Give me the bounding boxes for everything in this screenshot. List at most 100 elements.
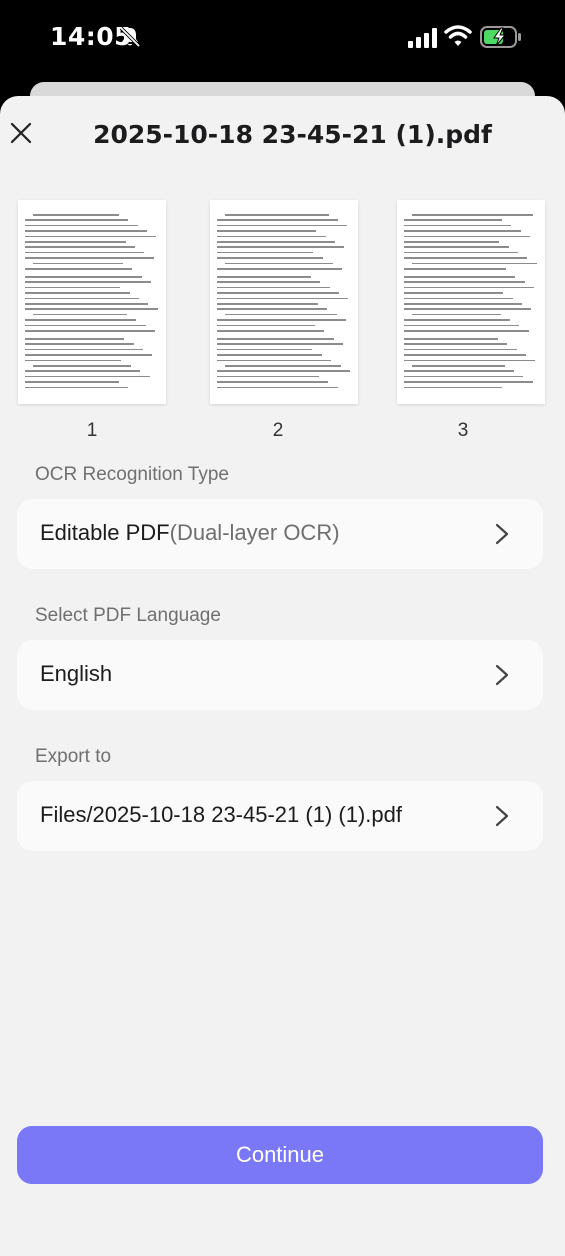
thumbnail-text-line [217, 354, 322, 356]
ocr-type-value: Editable PDF(Dual-layer OCR) [40, 520, 340, 546]
thumbnail-text-line [404, 338, 498, 340]
thumbnail-text-line [25, 319, 137, 321]
ocr-type-main: Editable PDF [40, 520, 170, 545]
thumbnail-text-line [25, 370, 141, 372]
ocr-type-label: OCR Recognition Type [35, 464, 229, 485]
page-thumbnails: 1 2 3 [0, 200, 565, 441]
thumbnail-text-line [217, 343, 343, 345]
export-destination-selector[interactable]: Files/2025-10-18 23-45-21 (1) (1).pdf [17, 781, 543, 851]
thumbnail-text-line [25, 354, 153, 356]
thumbnail-text-line [404, 343, 508, 345]
page-thumbnail[interactable] [210, 200, 358, 404]
thumbnail-text-line [404, 235, 530, 238]
thumbnail-text-line [225, 313, 337, 316]
thumbnail-text-line [404, 281, 525, 283]
ocr-type-selector[interactable]: Editable PDF(Dual-layer OCR) [17, 499, 543, 569]
thumbnail-text-line [217, 251, 314, 254]
thumbnail-text-line [25, 281, 151, 283]
thumbnail-text-line [25, 286, 121, 289]
export-to-label: Export to [35, 746, 112, 767]
thumbnail-text-line [217, 246, 345, 248]
thumbnail-page-number: 2 [272, 420, 284, 441]
thumbnail-text-line [404, 381, 533, 383]
thumbnail-text-line [404, 268, 506, 270]
thumbnail-text-line [225, 365, 341, 367]
export-sheet: 2025-10-18 23-45-21 (1).pdf 1 2 3 OCR Re… [0, 96, 565, 1256]
ocr-type-sub: (Dual-layer OCR) [169, 520, 340, 545]
thumbnail-text-line [217, 257, 323, 259]
thumbnail-text-line [217, 224, 347, 227]
thumbnail-text-line [25, 276, 142, 278]
pdf-language-value: English [40, 661, 113, 686]
thumbnail-text-line [404, 230, 521, 232]
thumbnail-text-line [404, 375, 524, 378]
thumbnail-text-line [404, 251, 518, 254]
thumbnail-text-line [217, 230, 317, 232]
thumbnail-text-line [217, 381, 329, 383]
thumbnail-text-line [217, 219, 338, 221]
thumbnail-text-line [217, 338, 334, 340]
thumbnail-text-line [217, 292, 339, 294]
thumbnail-text-line [25, 324, 146, 327]
thumbnail-text-line [404, 257, 528, 259]
thumbnail-text-line [25, 230, 147, 232]
battery-charging-icon [480, 26, 521, 48]
thumbnail-text-line [217, 297, 349, 300]
thumbnail-text-line [412, 365, 505, 367]
thumbnail-text-line [217, 348, 313, 351]
thumbnail-page-content [404, 214, 538, 396]
chevron-right-icon [495, 664, 509, 686]
thumbnail-text-line [404, 224, 512, 227]
thumbnail-text-line [25, 381, 119, 383]
bell-slash-icon [119, 26, 141, 48]
signal-icon [408, 28, 437, 48]
thumbnail-text-line [33, 214, 120, 216]
thumbnail-text-line [25, 359, 122, 362]
thumbnail-text-line [25, 330, 155, 332]
page-thumbnail[interactable] [18, 200, 166, 404]
page-title: 2025-10-18 23-45-21 (1).pdf [93, 120, 492, 149]
thumbnail-text-line [217, 303, 318, 305]
thumbnail-text-line [25, 338, 125, 340]
thumbnail-text-line [217, 370, 350, 372]
thumbnail-text-line [217, 359, 331, 362]
thumbnail-text-line [217, 375, 319, 378]
thumbnail-text-line [404, 348, 517, 351]
pdf-language-label: Select PDF Language [35, 605, 221, 626]
wifi-icon [444, 25, 472, 46]
thumbnail-text-line [25, 303, 149, 305]
thumbnail-text-line [404, 292, 504, 294]
thumbnail-text-line [217, 235, 326, 238]
thumbnail-text-line [25, 219, 129, 221]
thumbnail-text-line [225, 262, 333, 265]
thumbnail-page-content [25, 214, 159, 396]
thumbnail-text-line [33, 313, 128, 316]
thumbnail-text-line [412, 313, 501, 316]
thumbnail-text-line [217, 268, 342, 270]
thumbnail-text-line [33, 262, 124, 265]
thumbnail-text-line [25, 348, 143, 351]
pdf-language-selector[interactable]: English [17, 640, 543, 710]
thumbnail-text-line [25, 308, 158, 310]
thumbnail-text-line [25, 251, 145, 254]
thumbnail-text-line [404, 303, 522, 305]
thumbnail-text-line [25, 343, 134, 345]
thumbnail-text-line [217, 386, 338, 389]
thumbnail-text-line [25, 224, 138, 227]
page-thumbnail[interactable] [397, 200, 545, 404]
thumbnail-page-content [217, 214, 351, 396]
thumbnail-text-line [217, 276, 311, 278]
thumbnail-text-line [25, 386, 129, 389]
thumbnail-text-line [404, 319, 510, 321]
thumbnail-text-line [217, 308, 327, 310]
status-bar: 14:05 [0, 0, 565, 80]
thumbnail-text-line [25, 246, 135, 248]
thumbnail-text-line [25, 375, 150, 378]
thumbnail-text-line [412, 214, 533, 216]
thumbnail-text-line [25, 235, 157, 238]
continue-button[interactable]: Continue [17, 1126, 543, 1184]
thumbnail-text-line [217, 281, 321, 283]
thumbnail-text-line [404, 359, 536, 362]
thumbnail-text-line [217, 319, 346, 321]
thumbnail-text-line [404, 324, 520, 327]
